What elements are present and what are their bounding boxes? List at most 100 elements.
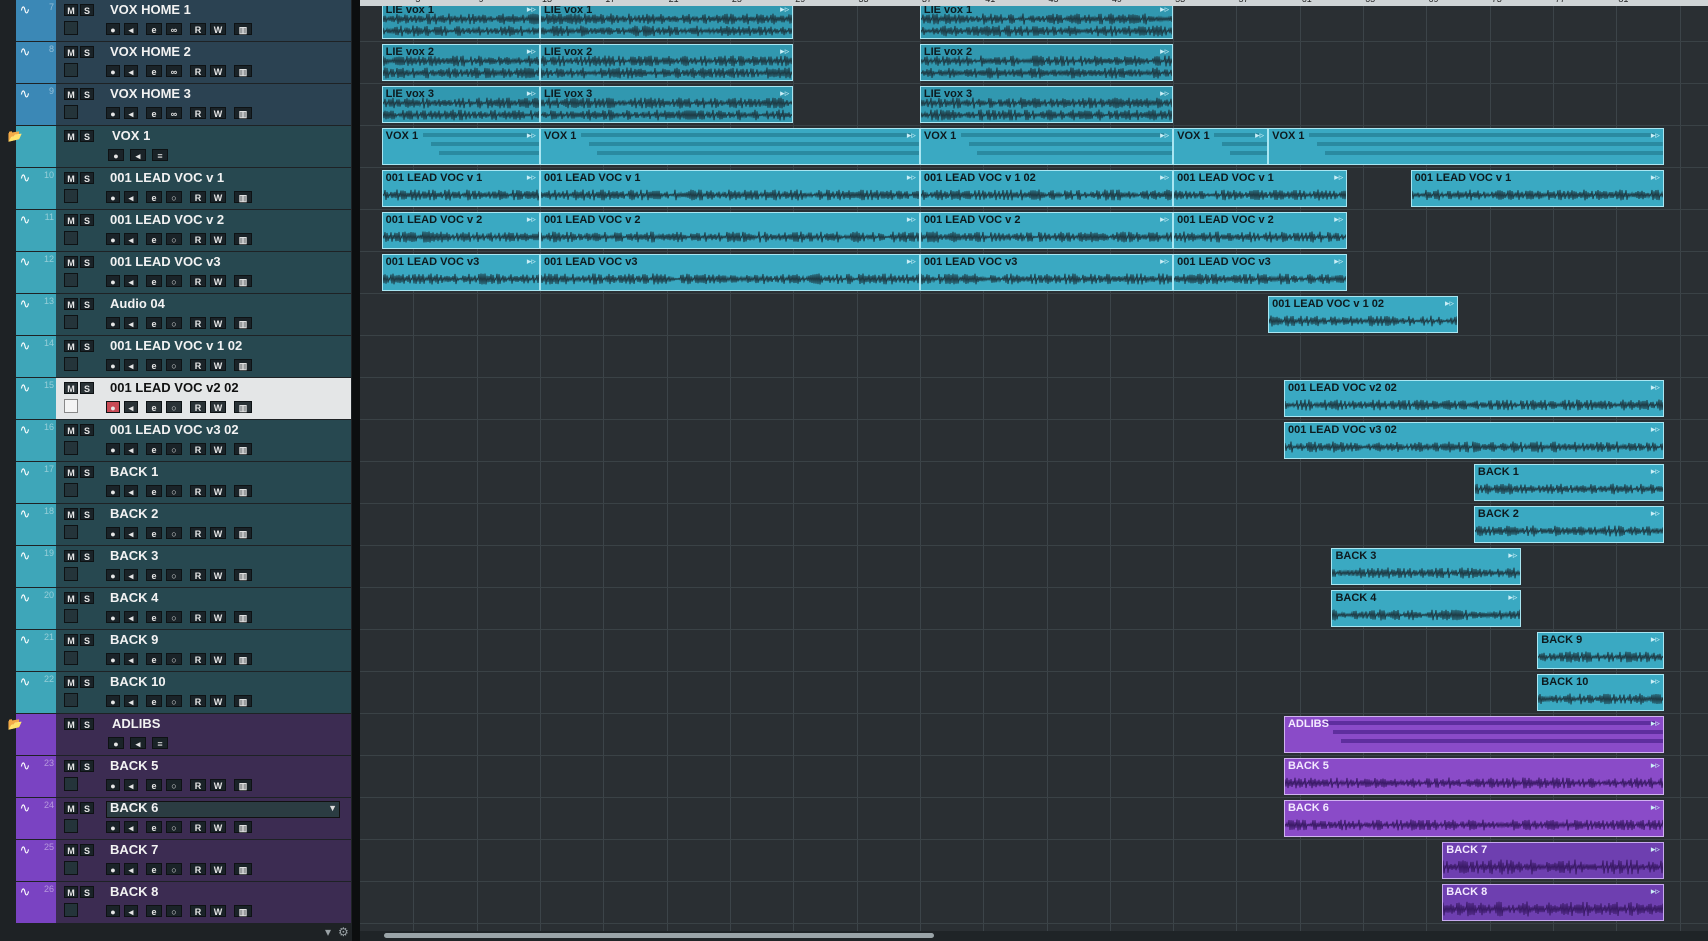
lane-button[interactable]: ▥ [234, 485, 252, 497]
track-row[interactable]: ∿ 23 M S BACK 5 ● ◂ e ○ R W ▥ [0, 756, 352, 798]
write-button[interactable]: W [210, 569, 226, 581]
speaker-button[interactable]: ◂ [124, 821, 138, 833]
mute-button[interactable]: M [64, 844, 78, 856]
write-button[interactable]: W [210, 317, 226, 329]
write-button[interactable]: W [210, 65, 226, 77]
track-row[interactable]: ∿ 12 M S 001 LEAD VOC v3 ● ◂ e ○ R W ▥ [0, 252, 352, 294]
mute-button[interactable]: M [64, 340, 78, 352]
mute-button[interactable]: M [64, 172, 78, 184]
write-button[interactable]: W [210, 611, 226, 623]
read-button[interactable]: R [190, 779, 206, 791]
edit-button[interactable]: e [146, 653, 162, 665]
audio-event[interactable]: LIE vox 3 ▸▹ [919, 86, 1174, 123]
edit-button[interactable]: e [146, 821, 162, 833]
audio-event[interactable]: BACK 2 ▸▹ [1473, 506, 1664, 543]
lane-button[interactable]: ▥ [234, 23, 252, 35]
lane-button[interactable]: ▥ [234, 65, 252, 77]
solo-button[interactable]: S [80, 172, 94, 184]
track-name[interactable]: BACK 6 [110, 800, 158, 815]
track-header[interactable]: M S VOX 1 ● ◂ ≡ [56, 126, 351, 167]
audio-event[interactable]: 001 LEAD VOC v 1 ▸▹ [1410, 170, 1664, 207]
write-button[interactable]: W [210, 359, 226, 371]
audio-event[interactable]: LIE vox 3 ▸▹ [381, 86, 540, 123]
monitor-checkbox[interactable] [64, 525, 78, 539]
solo-button[interactable]: S [80, 298, 94, 310]
track-header[interactable]: M S 001 LEAD VOC v 1 02 ● ◂ e ○ R W ▥ [56, 336, 351, 377]
audio-event[interactable]: BACK 10 ▸▹ [1537, 674, 1664, 711]
track-header[interactable]: M S BACK 3 ● ◂ e ○ R W ▥ [56, 546, 351, 587]
mute-button[interactable]: M [64, 550, 78, 562]
mute-button[interactable]: M [64, 4, 78, 16]
solo-button[interactable]: S [80, 214, 94, 226]
speaker-button[interactable]: ◂ [124, 191, 138, 203]
speaker-button[interactable]: ◂ [124, 275, 138, 287]
record-button[interactable]: ● [106, 485, 120, 497]
solo-button[interactable]: S [80, 256, 94, 268]
mute-button[interactable]: M [64, 256, 78, 268]
record-button[interactable]: ● [106, 863, 120, 875]
track-row[interactable]: ∿ 16 M S 001 LEAD VOC v3 02 ● ◂ e ○ R W ▥ [0, 420, 352, 462]
speaker-button[interactable]: ◂ [124, 401, 138, 413]
event-display[interactable]: 159131721252933374145495357616569737781 … [360, 0, 1708, 941]
speaker-button[interactable]: ◂ [124, 905, 138, 917]
track-row[interactable]: ∿ 20 M S BACK 4 ● ◂ e ○ R W ▥ [0, 588, 352, 630]
read-button[interactable]: R [190, 611, 206, 623]
audio-event[interactable]: LIE vox 3 ▸▹ [539, 86, 794, 123]
record-button[interactable]: ● [108, 737, 124, 749]
write-button[interactable]: W [210, 233, 226, 245]
lane-button[interactable]: ▥ [234, 359, 252, 371]
link-button[interactable]: ○ [166, 695, 182, 707]
solo-button[interactable]: S [80, 718, 94, 730]
mute-button[interactable]: M [64, 802, 78, 814]
audio-event[interactable]: 001 LEAD VOC v3 ▸▹ [539, 254, 920, 291]
solo-button[interactable]: S [80, 4, 94, 16]
edit-button[interactable]: e [146, 65, 162, 77]
lane-button[interactable]: ▥ [234, 779, 252, 791]
audio-event[interactable]: BACK 7 ▸▹ [1442, 842, 1664, 879]
mute-button[interactable]: M [64, 88, 78, 100]
speaker-button[interactable]: ◂ [124, 653, 138, 665]
write-button[interactable]: W [210, 401, 226, 413]
monitor-checkbox[interactable] [64, 903, 78, 917]
edit-button[interactable]: e [146, 695, 162, 707]
audio-event[interactable]: VOX 1 ▸▹ [539, 128, 920, 165]
audio-event[interactable]: BACK 5 ▸▹ [1283, 758, 1664, 795]
audio-event[interactable]: 001 LEAD VOC v 2 ▸▹ [1173, 212, 1348, 249]
solo-button[interactable]: S [80, 466, 94, 478]
edit-button[interactable]: e [146, 317, 162, 329]
audio-event[interactable]: LIE vox 2 ▸▹ [919, 44, 1174, 81]
speaker-button[interactable]: ◂ [124, 863, 138, 875]
record-button[interactable]: ● [106, 401, 120, 413]
track-row[interactable]: ∿ 19 M S BACK 3 ● ◂ e ○ R W ▥ [0, 546, 352, 588]
solo-button[interactable]: S [80, 802, 94, 814]
monitor-checkbox[interactable] [64, 357, 78, 371]
write-button[interactable]: W [210, 905, 226, 917]
read-button[interactable]: R [190, 401, 206, 413]
mute-button[interactable]: M [64, 130, 78, 142]
track-row[interactable]: ∿ 25 M S BACK 7 ● ◂ e ○ R W ▥ [0, 840, 352, 882]
audio-event[interactable]: BACK 9 ▸▹ [1537, 632, 1664, 669]
audio-event[interactable]: 001 LEAD VOC v3 ▸▹ [919, 254, 1174, 291]
link-button[interactable]: ○ [166, 779, 182, 791]
lane-button[interactable]: ▥ [234, 905, 252, 917]
speaker-button[interactable]: ◂ [130, 737, 146, 749]
read-button[interactable]: R [190, 485, 206, 497]
link-button[interactable]: ∞ [166, 65, 182, 77]
monitor-checkbox[interactable] [64, 483, 78, 497]
track-header[interactable]: M S BACK 10 ● ◂ e ○ R W ▥ [56, 672, 351, 713]
link-button[interactable]: ○ [166, 275, 182, 287]
track-header[interactable]: M S BACK 5 ● ◂ e ○ R W ▥ [56, 756, 351, 797]
mute-button[interactable]: M [64, 508, 78, 520]
link-button[interactable]: ○ [166, 359, 182, 371]
track-header[interactable]: M S 001 LEAD VOC v3 02 ● ◂ e ○ R W ▥ [56, 420, 351, 461]
solo-button[interactable]: S [80, 550, 94, 562]
monitor-checkbox[interactable] [64, 441, 78, 455]
read-button[interactable]: R [190, 233, 206, 245]
audio-event[interactable]: 001 LEAD VOC v 1 ▸▹ [1173, 170, 1348, 207]
record-button[interactable]: ● [106, 107, 120, 119]
audio-event[interactable]: BACK 8 ▸▹ [1442, 884, 1664, 921]
solo-button[interactable]: S [80, 508, 94, 520]
speaker-button[interactable]: ◂ [124, 527, 138, 539]
write-button[interactable]: W [210, 695, 226, 707]
record-button[interactable]: ● [106, 65, 120, 77]
